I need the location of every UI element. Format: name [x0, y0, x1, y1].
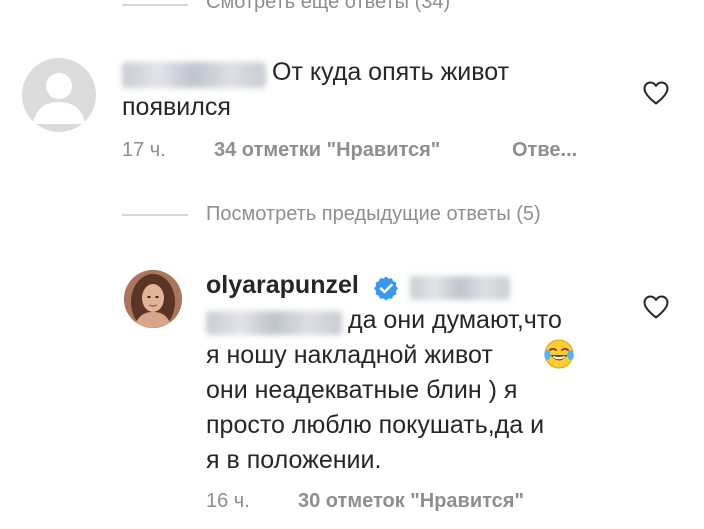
- comment-timestamp: 17 ч.: [122, 139, 166, 161]
- tears-of-joy-emoji: [544, 339, 574, 369]
- view-more-replies-link[interactable]: Смотреть еще ответы (34): [206, 0, 450, 14]
- author-avatar-photo: [124, 270, 182, 328]
- thread-divider-replies: [122, 214, 188, 216]
- mention-tag-blurred-2[interactable]: [206, 311, 342, 335]
- comment-likes-count[interactable]: 34 отметки "Нравится": [214, 139, 440, 162]
- reply-text-line-5: я в положении.: [206, 446, 382, 474]
- verified-badge-icon: [374, 276, 398, 301]
- reply-timestamp: 16 ч.: [206, 490, 250, 512]
- reply-text-line-1: да они думают,что: [348, 306, 562, 334]
- like-heart-icon[interactable]: [642, 80, 670, 106]
- reply-text-line-2: я ношу накладной живот: [206, 341, 493, 369]
- mention-tag-blurred-1[interactable]: [410, 276, 510, 300]
- comment-text-line-1: От куда опять живот: [272, 58, 510, 86]
- comments-screen: Смотреть еще ответы (34) От куда опять ж…: [0, 0, 704, 529]
- commenter-username-blurred[interactable]: [122, 62, 266, 88]
- reply-like-heart-icon[interactable]: [642, 294, 670, 320]
- default-avatar-icon: [33, 73, 85, 124]
- commenter-avatar[interactable]: [22, 58, 96, 132]
- thread-divider-top: [122, 4, 188, 6]
- author-avatar[interactable]: [124, 270, 182, 328]
- view-previous-replies-link[interactable]: Посмотреть предыдущие ответы (5): [206, 203, 541, 226]
- author-username[interactable]: olyarapunzel: [206, 271, 359, 300]
- comment-text-line-2: появился: [122, 93, 231, 121]
- reply-likes-count[interactable]: 30 отметок "Нравится": [298, 490, 524, 513]
- reply-text-line-3: они неадекватные блин ) я: [206, 376, 518, 404]
- reply-button[interactable]: Отве...: [512, 139, 577, 162]
- reply-text-line-4: просто люблю покушать,да и: [206, 411, 545, 439]
